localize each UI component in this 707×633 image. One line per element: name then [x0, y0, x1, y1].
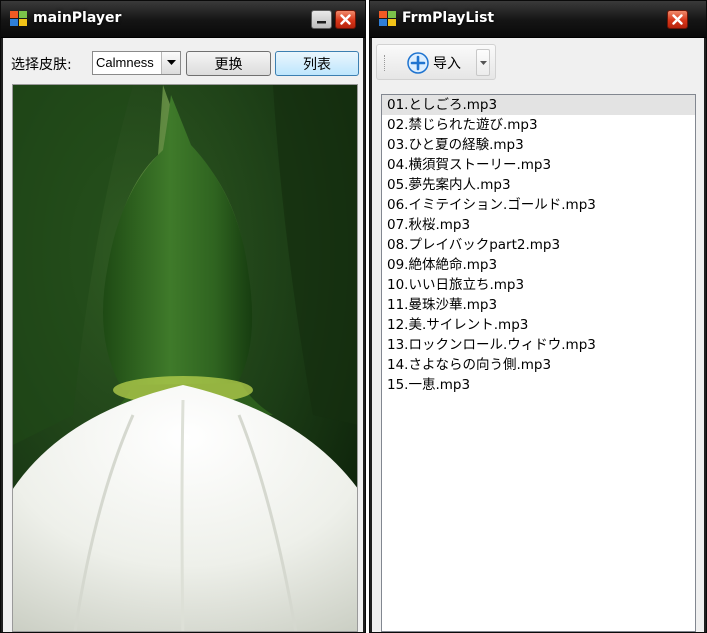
playlist-item[interactable]: 14.さよならの向う側.mp3 — [382, 355, 695, 375]
playlist-client-area: 导入 01.としごろ.mp3 02.禁じられた遊び.mp3 03.ひと夏の経験.mp… — [372, 38, 704, 632]
playlist-item[interactable]: 06.イミテイション.ゴールド.mp3 — [382, 195, 695, 215]
minimize-button[interactable] — [311, 10, 332, 29]
playlist-titlebar[interactable]: FrmPlayList — [370, 1, 706, 38]
main-client-area: 选择皮肤: Calmness 更换 列表 — [3, 38, 363, 632]
playlist-item[interactable]: 09.絶体絶命.mp3 — [382, 255, 695, 275]
playlist-item[interactable]: 12.美.サイレント.mp3 — [382, 315, 695, 335]
skin-combobox-value: Calmness — [96, 55, 154, 70]
skin-combobox-arrow[interactable] — [161, 52, 180, 74]
import-button[interactable]: 导入 — [407, 51, 461, 75]
playlist-item[interactable]: 10.いい日旅立ち.mp3 — [382, 275, 695, 295]
close-icon — [340, 14, 351, 25]
playlist-item[interactable]: 08.プレイバックpart2.mp3 — [382, 235, 695, 255]
main-player-window: mainPlayer 选择皮肤: Calmness 更换 列表 — [0, 0, 366, 633]
playlist-close-button[interactable] — [667, 10, 688, 29]
playlist-toolstrip: 导入 — [376, 44, 496, 80]
playlist-item[interactable]: 03.ひと夏の経験.mp3 — [382, 135, 695, 155]
close-button[interactable] — [335, 10, 356, 29]
import-button-label: 导入 — [433, 56, 461, 72]
playlist-item[interactable]: 01.としごろ.mp3 — [382, 95, 695, 115]
playlist-item[interactable]: 02.禁じられた遊び.mp3 — [382, 115, 695, 135]
playlist-item[interactable]: 15.一恵.mp3 — [382, 375, 695, 395]
show-list-button[interactable]: 列表 — [275, 51, 359, 76]
playlist-window-title: FrmPlayList — [402, 10, 495, 26]
skin-preview-image — [12, 84, 358, 632]
playlist-item[interactable]: 11.曼珠沙華.mp3 — [382, 295, 695, 315]
chevron-down-icon — [166, 60, 176, 65]
windows-logo-icon — [379, 11, 396, 26]
change-skin-button[interactable]: 更换 — [186, 51, 271, 76]
playlist-listbox[interactable]: 01.としごろ.mp3 02.禁じられた遊び.mp3 03.ひと夏の経験.mp3 04… — [381, 94, 696, 632]
playlist-item[interactable]: 13.ロックンロール.ウィドウ.mp3 — [382, 335, 695, 355]
playlist-item[interactable]: 05.夢先案内人.mp3 — [382, 175, 695, 195]
playlist-item[interactable]: 04.横須賀ストーリー.mp3 — [382, 155, 695, 175]
chevron-down-icon — [479, 60, 487, 65]
playlist-window: FrmPlayList 导入 01.としごろ.mp3 02.禁じられた遊び.mp3… — [369, 0, 707, 633]
close-icon — [672, 14, 683, 25]
playlist-item[interactable]: 07.秋桜.mp3 — [382, 215, 695, 235]
skin-label: 选择皮肤: — [11, 57, 72, 73]
plus-circle-icon — [407, 52, 429, 74]
main-window-title: mainPlayer — [33, 10, 122, 26]
main-titlebar[interactable]: mainPlayer — [1, 1, 365, 38]
skin-combobox[interactable]: Calmness — [92, 51, 181, 75]
flower-bud-graphic — [13, 85, 357, 631]
windows-logo-icon — [10, 11, 27, 26]
minimize-icon — [317, 21, 326, 24]
toolstrip-grip[interactable] — [384, 55, 388, 71]
import-dropdown-button[interactable] — [476, 49, 490, 76]
